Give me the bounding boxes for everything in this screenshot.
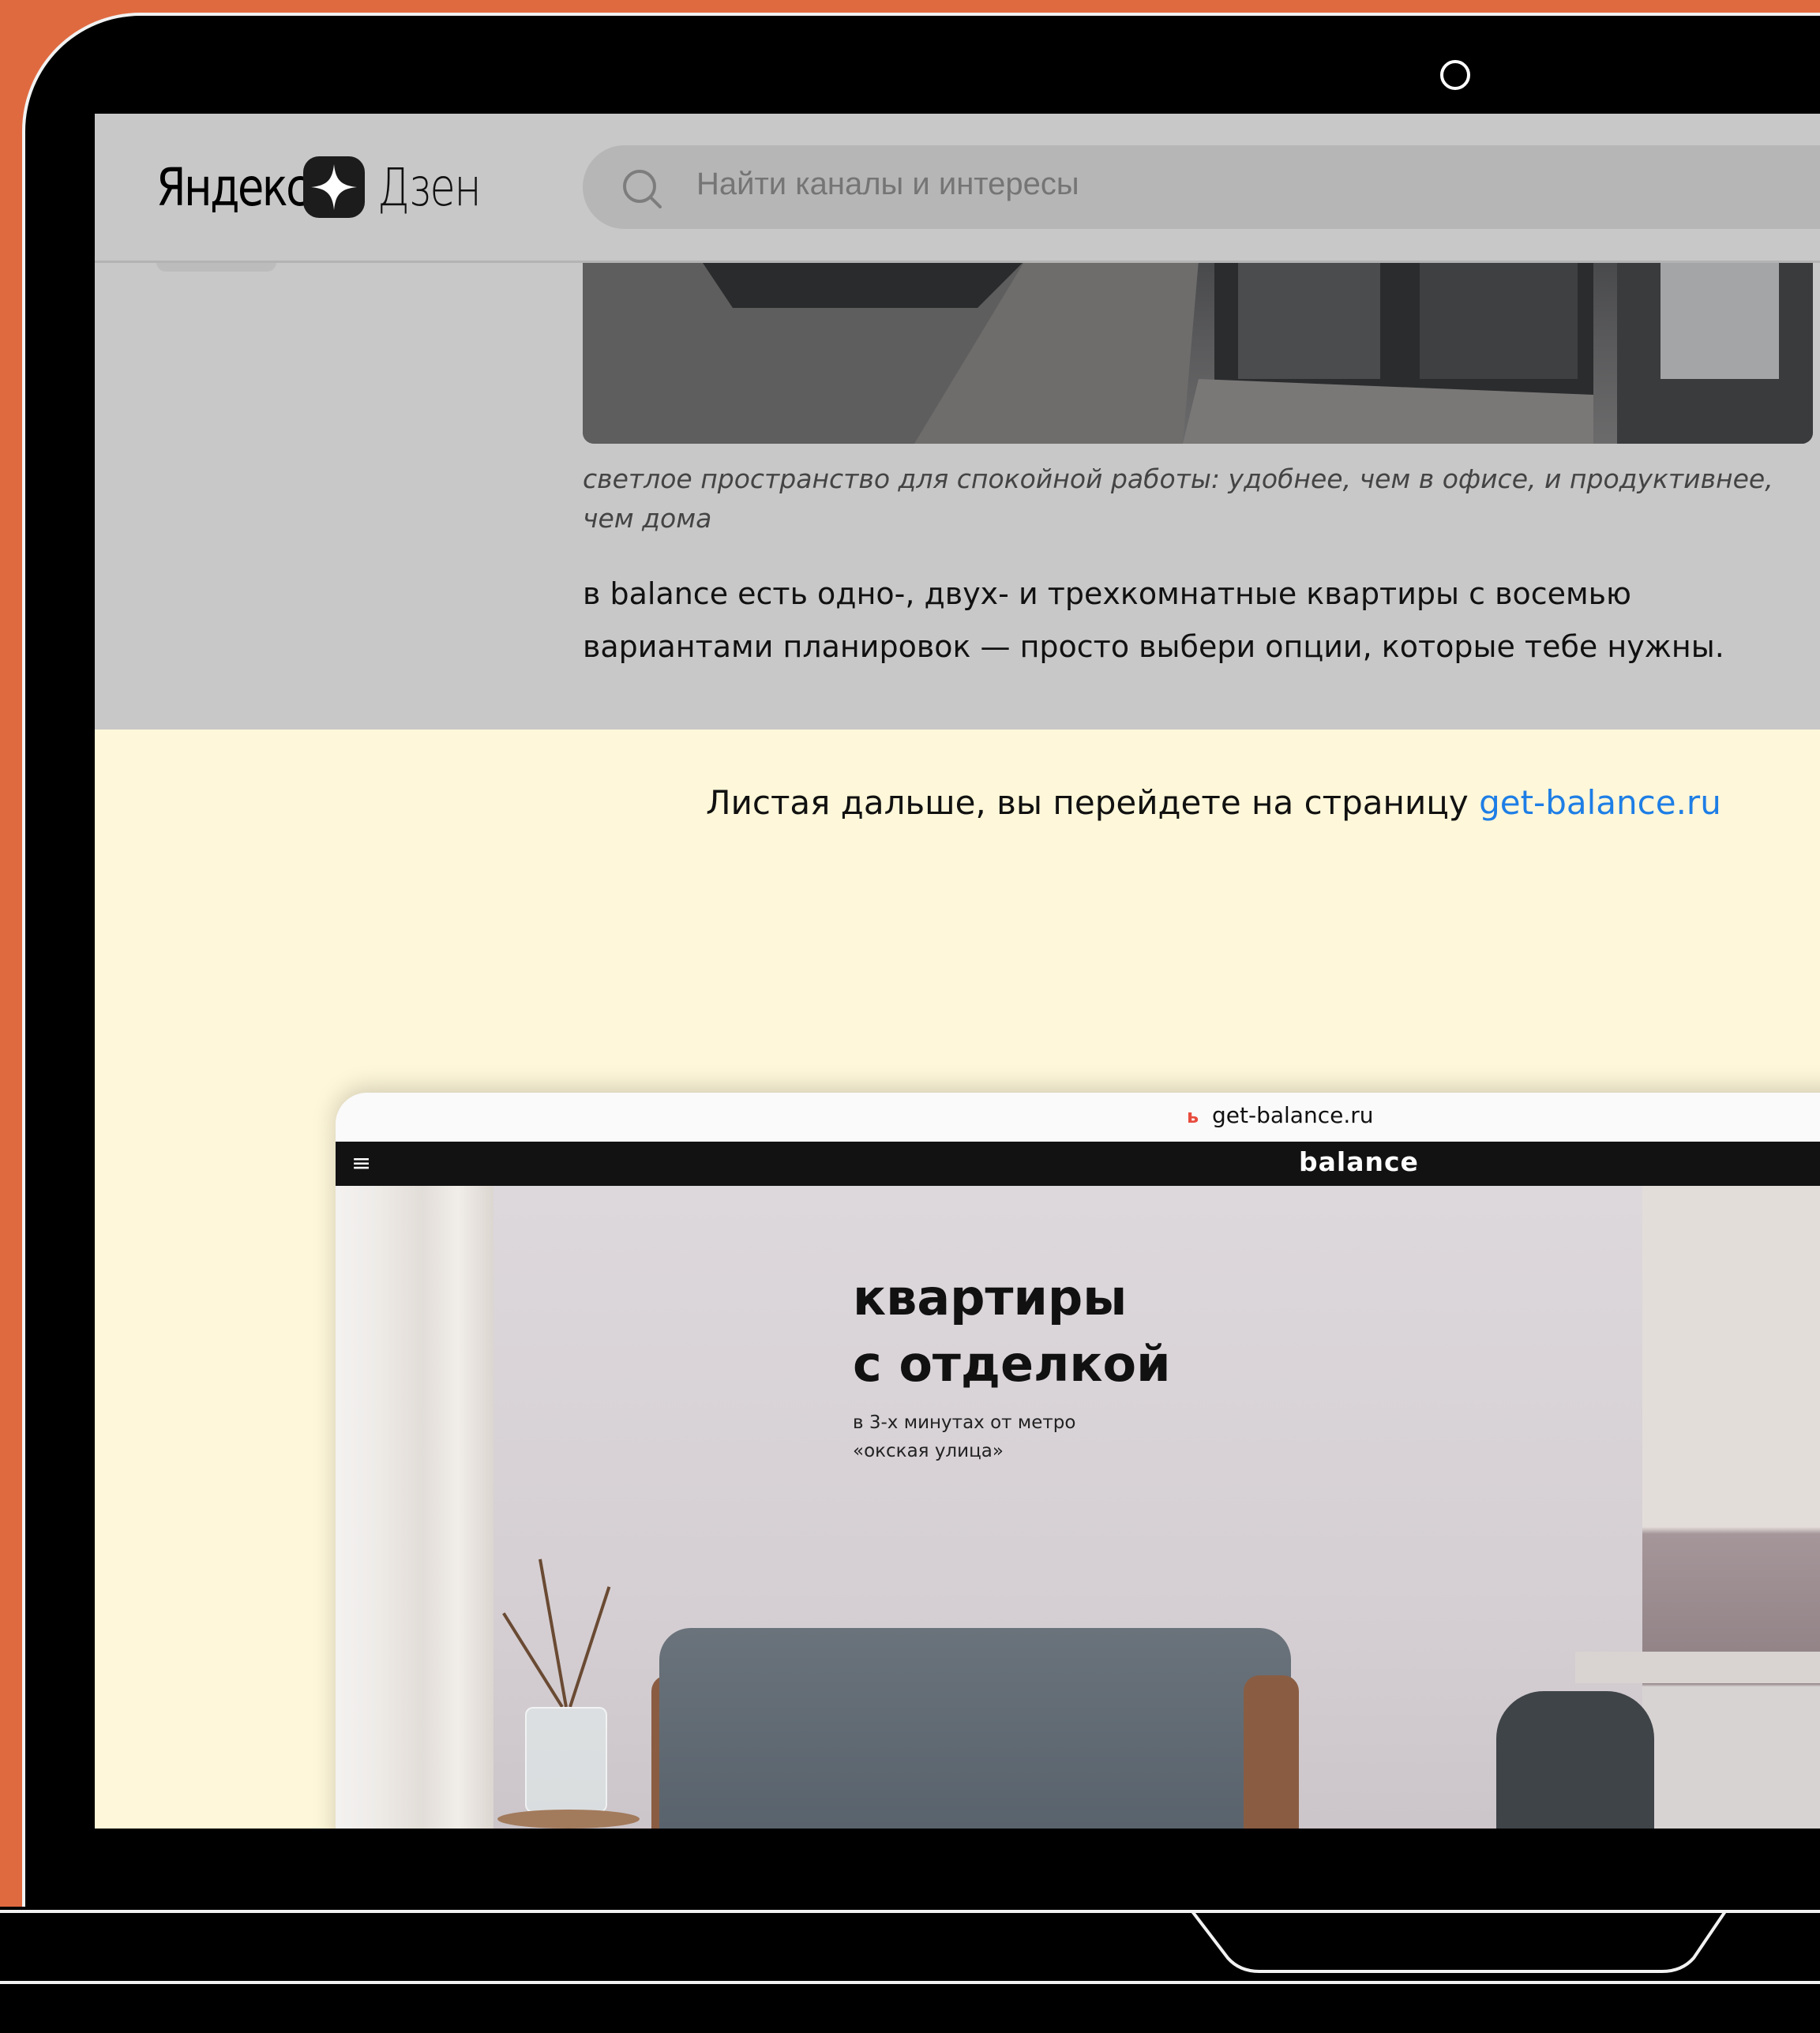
- menu-icon[interactable]: ≡: [351, 1150, 371, 1177]
- hero-title-line2: с отделкой: [853, 1335, 1171, 1393]
- favicon-icon: ь: [1187, 1105, 1199, 1127]
- article-paragraph: в balance есть одно-, двух- и трехкомнат…: [583, 576, 1724, 664]
- search-placeholder: Найти каналы и интересы: [696, 167, 1079, 201]
- side-table: [497, 1810, 640, 1829]
- preview-hero: квартиры с отделкой в 3-х минутах от мет…: [336, 1186, 1820, 1829]
- article-body: светлое пространство для спокойной работ…: [95, 261, 1820, 730]
- site-preview[interactable]: ь get-balance.ru ≡ balance квартиры с от…: [336, 1093, 1820, 1829]
- logo-word-yandex: Яндекс: [156, 156, 310, 218]
- hero-subtitle: в 3-х минутах от метро «окская улица»: [853, 1408, 1075, 1465]
- promo-link[interactable]: get-balance.ru: [1479, 783, 1721, 822]
- kitchen-marble-wall: [1642, 1186, 1820, 1829]
- zen-star-icon: [303, 156, 365, 218]
- promo-lead-text: Листая дальше, вы перейдете на страницу: [706, 783, 1480, 822]
- sofa: [659, 1628, 1291, 1829]
- search-icon: [621, 167, 663, 213]
- chair: [1496, 1691, 1654, 1829]
- search-input[interactable]: Найти каналы и интересы: [583, 145, 1820, 229]
- branch-decor: [569, 1586, 611, 1708]
- logo-word-zen: Дзен: [377, 156, 482, 218]
- hero-sub-line1: в 3-х минутах от метро: [853, 1412, 1076, 1433]
- zen-header: Яндекс Дзен Найти каналы и интересы: [95, 114, 1820, 263]
- hero-title-line1: квартиры: [853, 1269, 1128, 1326]
- promo-section: Листая дальше, вы перейдете на страницу …: [95, 730, 1820, 1829]
- preview-url-bar: ь get-balance.ru: [336, 1093, 1820, 1142]
- curtain: [375, 1186, 493, 1829]
- branch-decor: [538, 1559, 568, 1708]
- branch-decor: [502, 1612, 564, 1709]
- screen: Яндекс Дзен Найти каналы и интересы свет…: [95, 114, 1820, 1829]
- article-photo: [583, 261, 1813, 444]
- promo-notice: Листая дальше, вы перейдете на страницу …: [706, 783, 1721, 822]
- hero-sub-line2: «окская улица»: [853, 1441, 1004, 1461]
- sofa-arm-right: [1244, 1675, 1299, 1829]
- preview-site-logo: balance: [1299, 1146, 1419, 1177]
- laptop-base: [0, 1986, 1820, 2033]
- hero-title: квартиры с отделкой: [853, 1265, 1171, 1397]
- vase: [525, 1707, 607, 1813]
- preview-navbar: ≡ balance: [336, 1142, 1820, 1186]
- photo-caption: светлое пространство для спокойной работ…: [583, 463, 1773, 534]
- kitchen-counter: [1575, 1652, 1820, 1683]
- zen-logo[interactable]: Яндекс Дзен: [156, 152, 482, 223]
- laptop-hinge: [0, 1907, 1820, 1986]
- preview-url: get-balance.ru: [1212, 1102, 1374, 1128]
- camera-icon: [1440, 60, 1470, 90]
